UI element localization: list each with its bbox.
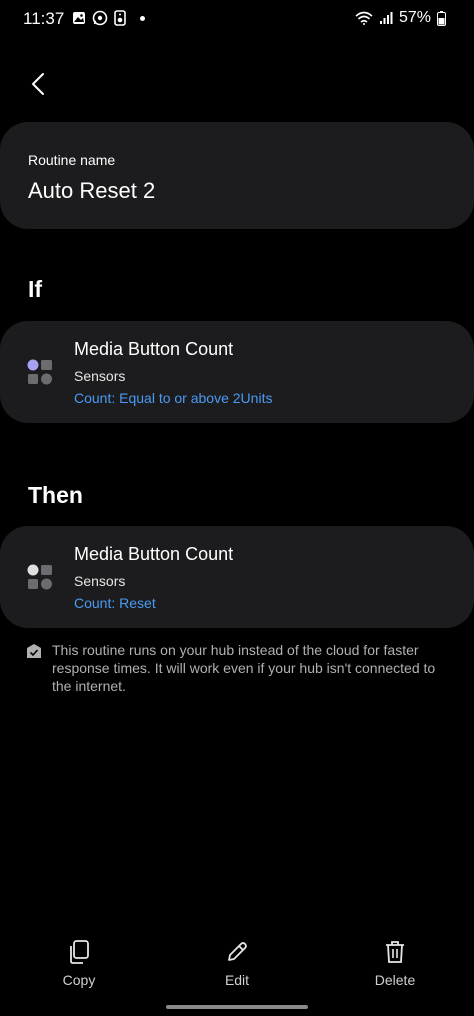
status-time: 11:37 [23, 9, 65, 28]
pencil-icon [228, 942, 247, 961]
delete-button[interactable]: Delete [355, 940, 435, 988]
system-icons: 57% [355, 9, 446, 27]
device-name: Media Button Count [74, 339, 234, 359]
whatsapp-icon [92, 10, 108, 26]
home-indicator[interactable] [166, 1005, 308, 1009]
bottom-action-bar: Copy Edit Delete [0, 940, 474, 1000]
device-condition: Count: Equal to or above 2Units [74, 390, 273, 406]
device-category: Sensors [74, 368, 126, 384]
edit-label: Edit [224, 972, 250, 988]
if-condition-card[interactable]: Media Button Count Sensors Count: Equal … [0, 321, 474, 423]
then-section-title: Then [28, 482, 83, 508]
trash-icon [386, 941, 404, 963]
signal-icon [379, 12, 393, 24]
chevron-left-icon [32, 73, 44, 95]
device-action: Count: Reset [74, 595, 156, 611]
speaker-icon [114, 10, 126, 26]
hub-info-text: This routine runs on your hub instead of… [52, 642, 436, 694]
hub-info: This routine runs on your hub instead of… [26, 641, 456, 695]
sensor-grid-icon [27, 564, 52, 590]
notification-icons [72, 10, 145, 26]
status-bar: 11:37 57% [0, 0, 474, 38]
device-name: Media Button Count [74, 544, 234, 564]
routine-name-value: Auto Reset 2 [28, 178, 156, 203]
back-button[interactable] [20, 66, 56, 102]
device-category: Sensors [74, 573, 126, 589]
if-section-title: If [28, 276, 43, 302]
battery-icon [437, 10, 446, 26]
copy-icon [70, 940, 89, 964]
battery-percent: 57% [398, 9, 431, 26]
copy-button[interactable]: Copy [39, 940, 119, 988]
wifi-icon [355, 11, 373, 25]
copy-label: Copy [62, 972, 96, 988]
delete-label: Delete [374, 972, 416, 988]
sensor-grid-icon [27, 359, 52, 385]
routine-name-label: Routine name [28, 152, 116, 168]
routine-name-card[interactable]: Routine name Auto Reset 2 [0, 122, 474, 229]
dot-icon [140, 15, 145, 21]
hub-icon [27, 644, 41, 658]
then-action-card[interactable]: Media Button Count Sensors Count: Reset [0, 526, 474, 628]
edit-button[interactable]: Edit [197, 940, 277, 988]
gallery-icon [73, 12, 85, 24]
